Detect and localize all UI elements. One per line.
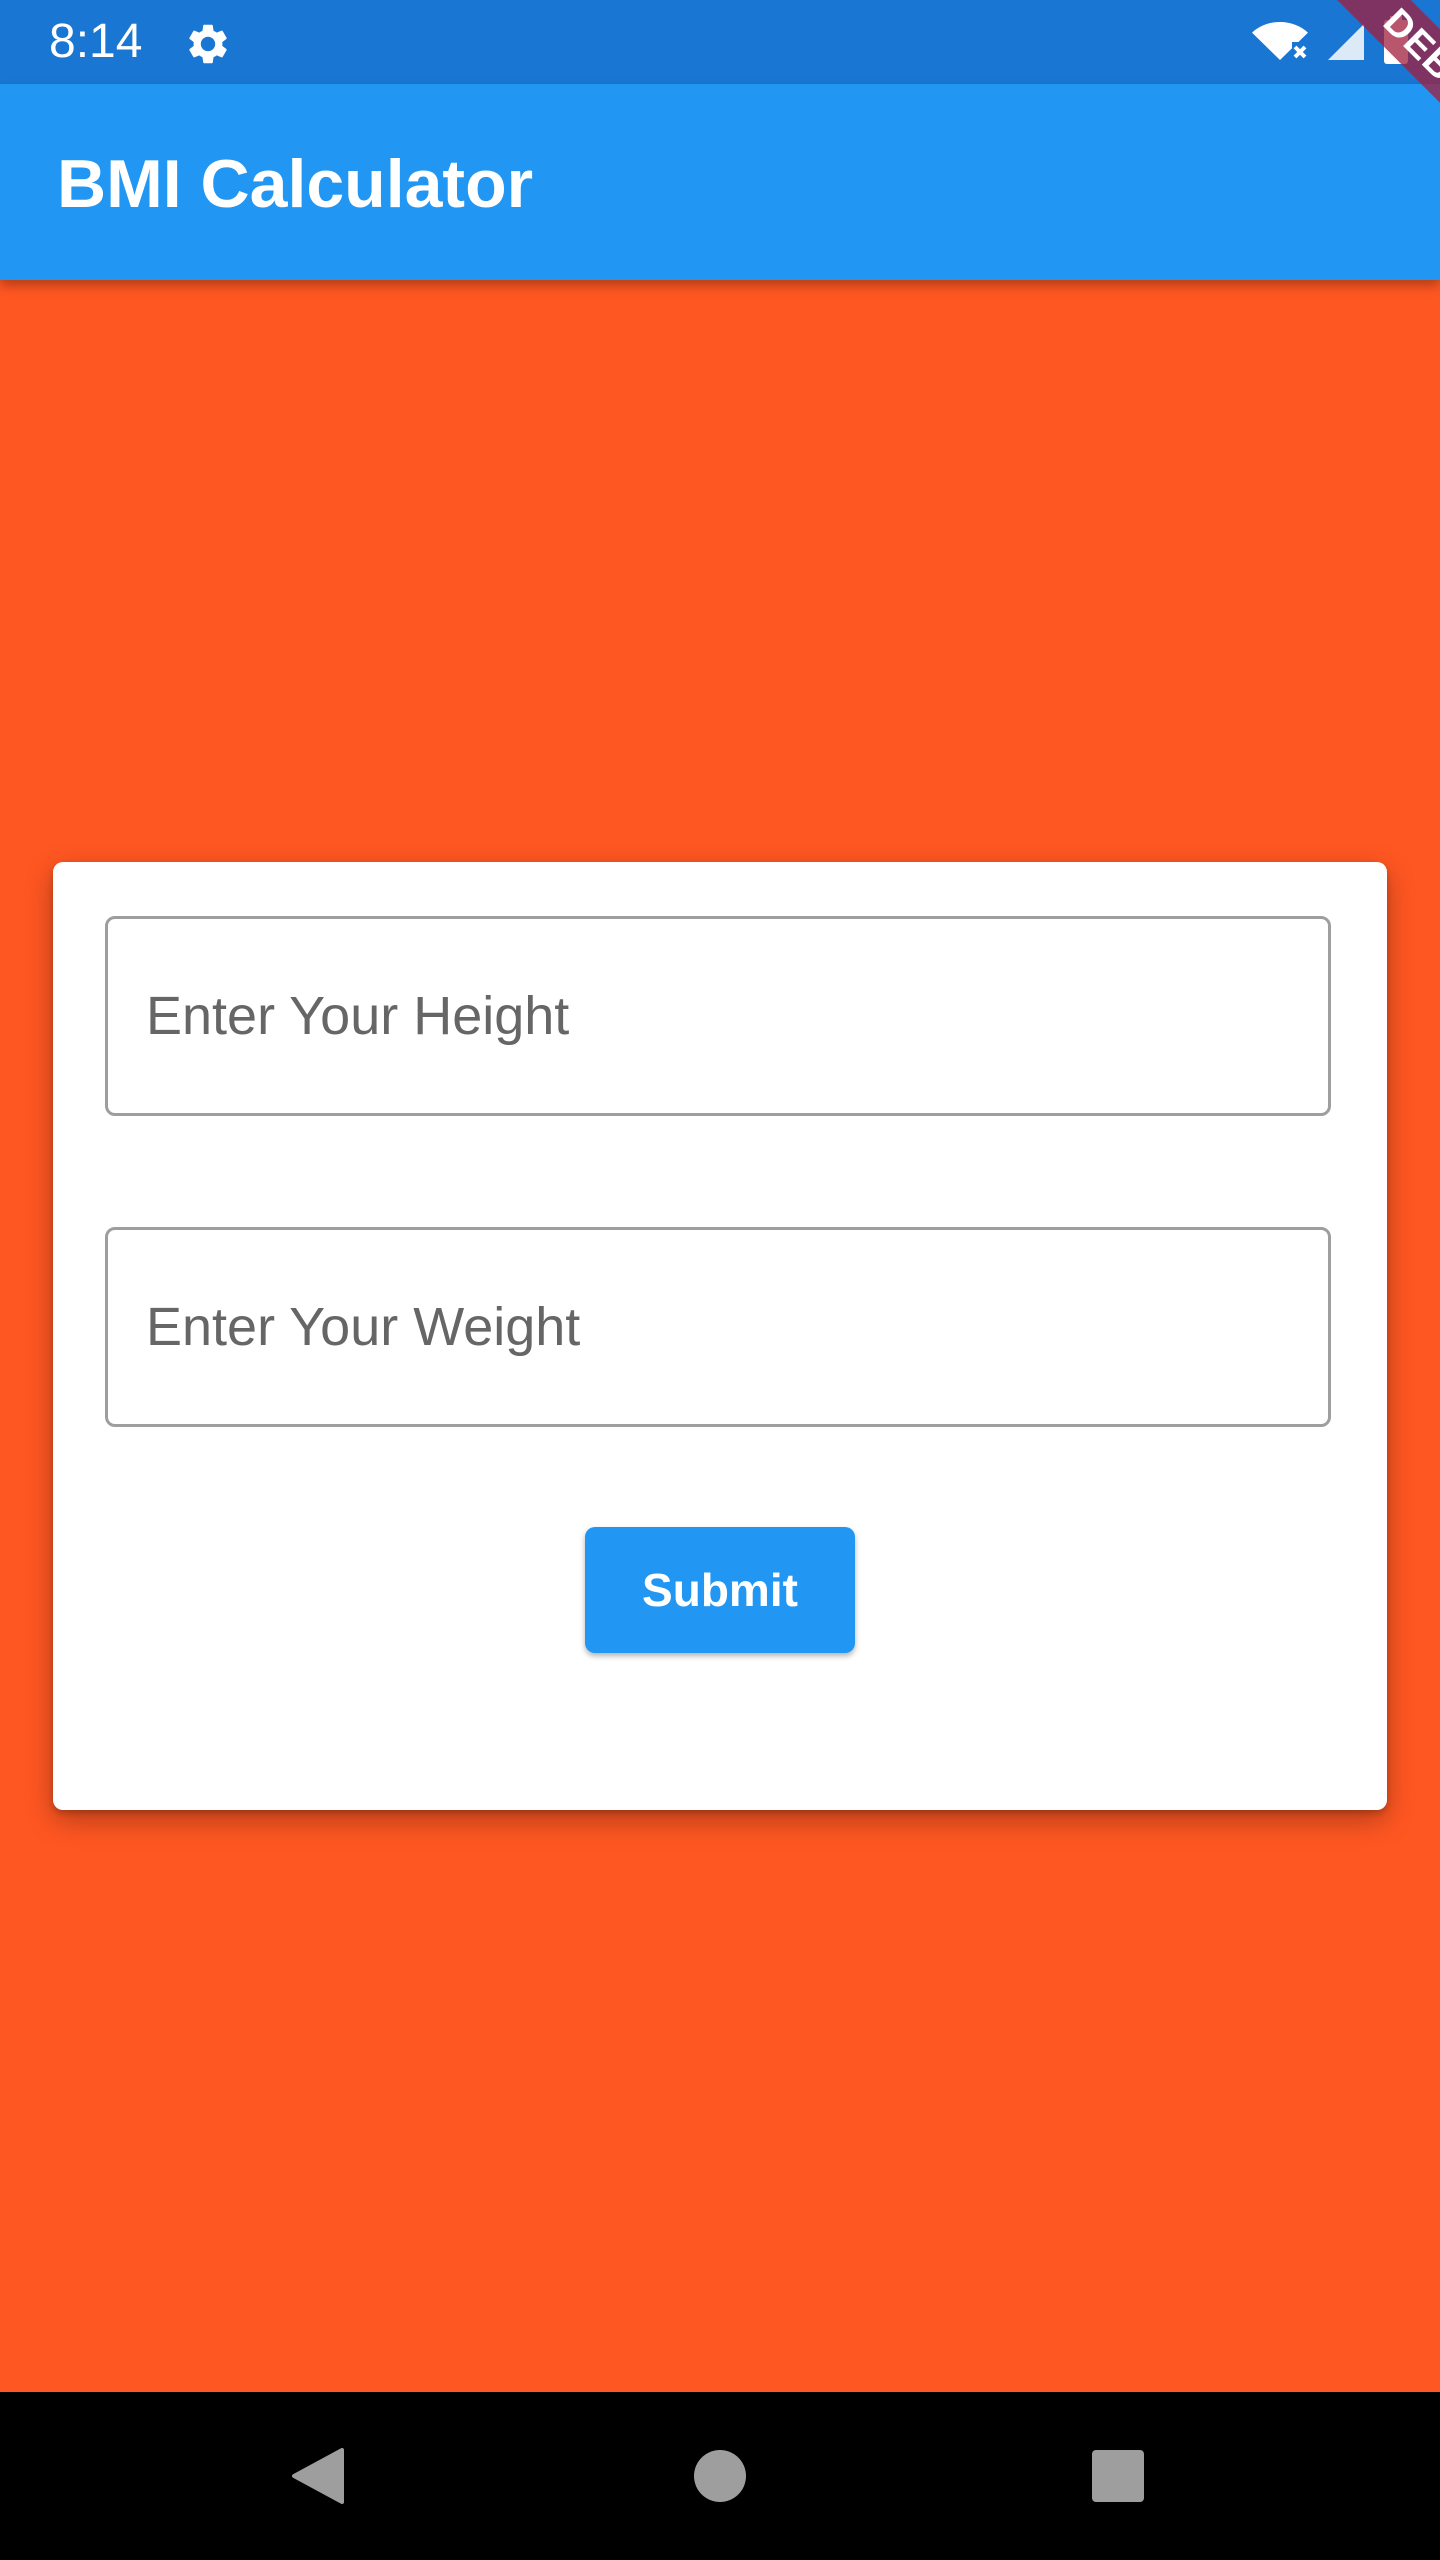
gear-icon xyxy=(184,20,232,68)
submit-button[interactable]: Submit xyxy=(585,1527,855,1653)
weight-input[interactable] xyxy=(146,1230,1286,1424)
weight-field[interactable] xyxy=(105,1227,1331,1427)
status-icons xyxy=(1250,15,1410,69)
home-icon[interactable] xyxy=(694,2450,746,2502)
status-bar: 8:14 xyxy=(0,0,1440,84)
wifi-off-icon xyxy=(1250,16,1310,69)
signal-icon xyxy=(1324,16,1368,69)
back-icon[interactable] xyxy=(290,2446,346,2506)
status-time: 8:14 xyxy=(49,15,143,68)
height-input[interactable] xyxy=(146,919,1286,1113)
battery-icon xyxy=(1382,15,1410,69)
bmi-form-card: Submit xyxy=(53,862,1387,1810)
navigation-bar xyxy=(0,2392,1440,2560)
app-title: BMI Calculator xyxy=(57,146,534,222)
app-bar: BMI Calculator xyxy=(0,84,1440,280)
recents-icon[interactable] xyxy=(1092,2450,1144,2502)
height-field[interactable] xyxy=(105,916,1331,1116)
